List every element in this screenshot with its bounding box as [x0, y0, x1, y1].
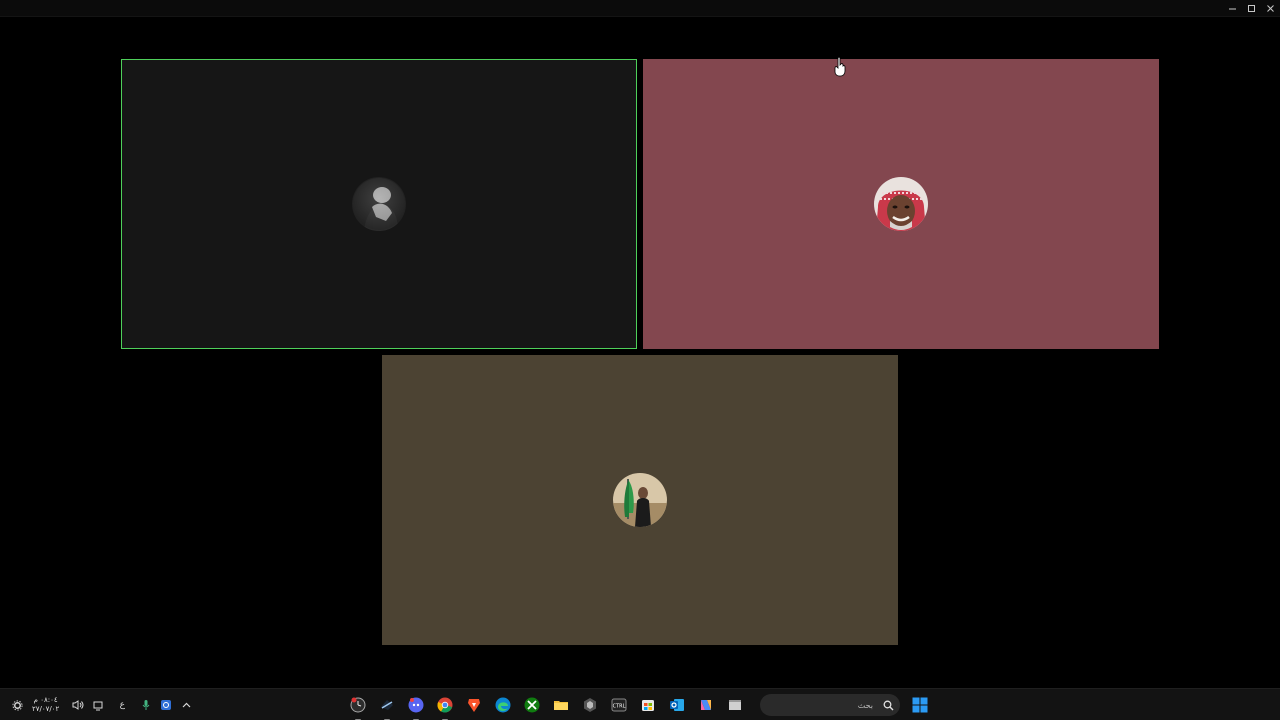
participant-avatar-1	[352, 177, 406, 231]
start-button[interactable]	[910, 695, 930, 715]
windows-logo-icon	[912, 697, 928, 713]
participant-avatar-2	[874, 177, 928, 231]
taskbar: ٠٨:٠٤ م ٢٧/٠٧/٠٢ ع CTRL بحث	[0, 688, 1280, 720]
participant-tile-1[interactable]	[121, 59, 637, 349]
language-indicator[interactable]: ع	[111, 698, 133, 712]
close-icon[interactable]	[1261, 0, 1280, 16]
chevron-up-icon[interactable]	[179, 698, 193, 712]
settings-gear-icon[interactable]	[10, 698, 24, 712]
xbox-icon[interactable]	[522, 695, 542, 715]
minimize-icon[interactable]	[1223, 0, 1242, 16]
file-explorer-icon[interactable]	[551, 695, 571, 715]
brave-icon[interactable]	[464, 695, 484, 715]
copilot-icon[interactable]	[696, 695, 716, 715]
edge-icon[interactable]	[493, 695, 513, 715]
participant-avatar-3	[613, 473, 667, 527]
sync-icon[interactable]	[159, 698, 173, 712]
network-icon[interactable]	[91, 698, 105, 712]
outlook-icon[interactable]	[667, 695, 687, 715]
taskbar-search[interactable]	[760, 694, 900, 716]
maximize-icon[interactable]	[1242, 0, 1261, 16]
microsoft-store-icon[interactable]	[638, 695, 658, 715]
mouse-cursor-icon	[833, 56, 847, 77]
svg-text:CTRL: CTRL	[613, 704, 626, 710]
search-icon[interactable]	[883, 696, 894, 715]
microphone-icon[interactable]	[139, 698, 153, 712]
app-icon[interactable]	[580, 695, 600, 715]
taskbar-apps: CTRL	[348, 689, 745, 720]
discord-icon[interactable]	[406, 695, 426, 720]
system-tray: ٠٨:٠٤ م ٢٧/٠٧/٠٢ ع	[10, 689, 193, 720]
participant-tile-2[interactable]	[643, 59, 1159, 349]
app-window: ٠٨:٠٤ م ٢٧/٠٧/٠٢ ع CTRL بحث	[0, 0, 1280, 720]
window-icon[interactable]	[725, 695, 745, 715]
clock-app-icon[interactable]	[348, 695, 368, 720]
ctrl-app-icon[interactable]: CTRL	[609, 695, 629, 715]
taskbar-clock[interactable]: ٠٨:٠٤ م ٢٧/٠٧/٠٢	[32, 696, 59, 714]
participant-tile-3[interactable]	[382, 355, 898, 645]
window-controls	[1223, 0, 1280, 16]
search-input[interactable]	[771, 699, 875, 711]
title-bar	[0, 0, 1280, 17]
steam-icon[interactable]	[377, 695, 397, 720]
chrome-icon[interactable]	[435, 695, 455, 720]
volume-icon[interactable]	[71, 698, 85, 712]
clock-time: ٠٨:٠٤ م	[33, 696, 58, 704]
clock-date: ٢٧/٠٧/٠٢	[32, 705, 60, 713]
language-label: ع	[119, 700, 125, 710]
